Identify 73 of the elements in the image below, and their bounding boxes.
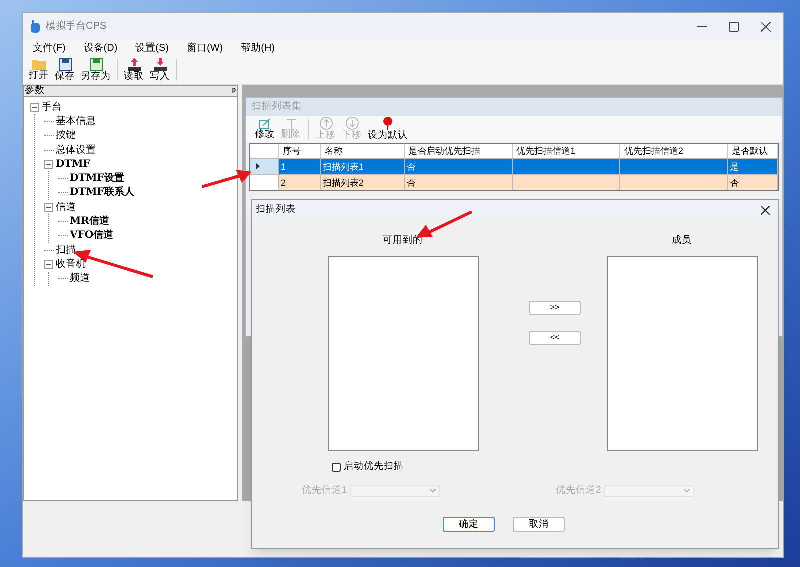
tree-item[interactable]: MR信道 <box>70 214 110 230</box>
tree-item[interactable]: 扫描 <box>56 242 76 258</box>
download-icon <box>154 58 166 70</box>
tree-item[interactable]: VFO信道 <box>70 228 114 244</box>
table-row[interactable]: 1 扫描列表1 否 是 <box>250 158 778 174</box>
tree-item[interactable]: DTMF联系人 <box>70 185 134 200</box>
toolbar-button[interactable]: 另存为 <box>78 56 114 84</box>
dialog-title: 扫描列表 <box>256 202 296 217</box>
tree-item[interactable]: 基本信息 <box>56 114 96 129</box>
toolbar-button[interactable]: 写入 <box>147 56 173 84</box>
close-icon[interactable] <box>761 22 771 32</box>
menu-item[interactable]: 文件(F) <box>33 40 66 56</box>
toolbar-button[interactable]: 读取 <box>121 56 147 84</box>
upload-icon <box>128 58 140 70</box>
maximize-icon[interactable] <box>729 22 739 32</box>
checkbox-label: 启动优先扫描 <box>344 460 404 474</box>
tree-item[interactable]: 信道 <box>56 200 76 215</box>
edit-icon <box>259 118 271 128</box>
tree-toggle[interactable] <box>44 260 53 269</box>
map-pin-icon <box>383 116 393 130</box>
annotation-arrow <box>202 170 252 188</box>
table-cell: 是 <box>730 162 740 172</box>
dialog-button[interactable]: 确定 <box>443 516 495 532</box>
folder-icon <box>32 58 46 70</box>
panel-title: 参数 <box>25 86 45 96</box>
table-cell: 否 <box>406 178 416 188</box>
pin-button[interactable]: ᵖ <box>232 86 236 96</box>
table-cell: 1 <box>280 162 286 172</box>
table-row[interactable]: 2 扫描列表2 否 否 <box>250 174 778 190</box>
menu-item[interactable]: 设置(S) <box>136 40 170 56</box>
table-cell: 扫描列表2 <box>322 178 364 188</box>
close-icon[interactable] <box>761 206 770 214</box>
tree-item[interactable]: 总体设置 <box>56 142 96 158</box>
menu-item[interactable]: 帮助(H) <box>241 40 276 56</box>
tree-toggle[interactable] <box>44 160 53 169</box>
toolbar-button[interactable]: 修改 <box>252 116 278 142</box>
combo-label: 优先信道1 <box>302 484 348 498</box>
tree-toggle[interactable] <box>30 102 39 112</box>
menu-item[interactable]: 窗口(W) <box>187 40 224 56</box>
app-logo-icon <box>31 20 40 33</box>
floppy-icon <box>58 58 72 70</box>
delete-icon <box>286 118 296 128</box>
dialog-button[interactable]: 取消 <box>513 516 565 532</box>
floppy-icon <box>90 58 102 70</box>
minus-icon <box>32 104 37 110</box>
tree-item[interactable]: 频道 <box>70 271 90 286</box>
tree-item[interactable]: 按键 <box>56 128 76 144</box>
table-cell: 否 <box>406 162 416 172</box>
toolbar-button[interactable]: 打开 <box>26 56 52 84</box>
tree-item[interactable]: DTMF设置 <box>70 171 124 186</box>
chevron-down-icon <box>430 488 436 493</box>
tree-item[interactable]: DTMF <box>56 156 90 172</box>
tree-item[interactable]: 手台 <box>42 100 62 115</box>
toolbar-button[interactable]: 设为默认 <box>365 116 411 142</box>
table-cell: 2 <box>280 178 286 188</box>
combo-label: 优先信道2 <box>556 484 602 498</box>
window-title: 模拟手台CPS <box>46 20 107 34</box>
chevron-down-icon <box>684 488 690 493</box>
tree-item[interactable]: 收音机 <box>56 256 86 272</box>
minus-icon <box>46 162 51 167</box>
minus-icon <box>46 204 51 210</box>
remove-button[interactable]: << <box>529 331 581 345</box>
child-window-title: 扫描列表集 <box>252 100 302 114</box>
row-pointer-icon <box>256 163 260 170</box>
table-cell: 扫描列表1 <box>322 162 364 172</box>
minus-icon <box>46 262 51 267</box>
menu-item[interactable]: 设备(D) <box>84 40 118 56</box>
checkbox[interactable] <box>332 462 341 472</box>
tree-toggle[interactable] <box>44 202 53 212</box>
add-button[interactable]: >> <box>529 301 581 315</box>
table-cell: 否 <box>730 178 740 188</box>
members-label: 成员 <box>672 234 692 248</box>
toolbar-button[interactable]: 保存 <box>52 56 78 84</box>
